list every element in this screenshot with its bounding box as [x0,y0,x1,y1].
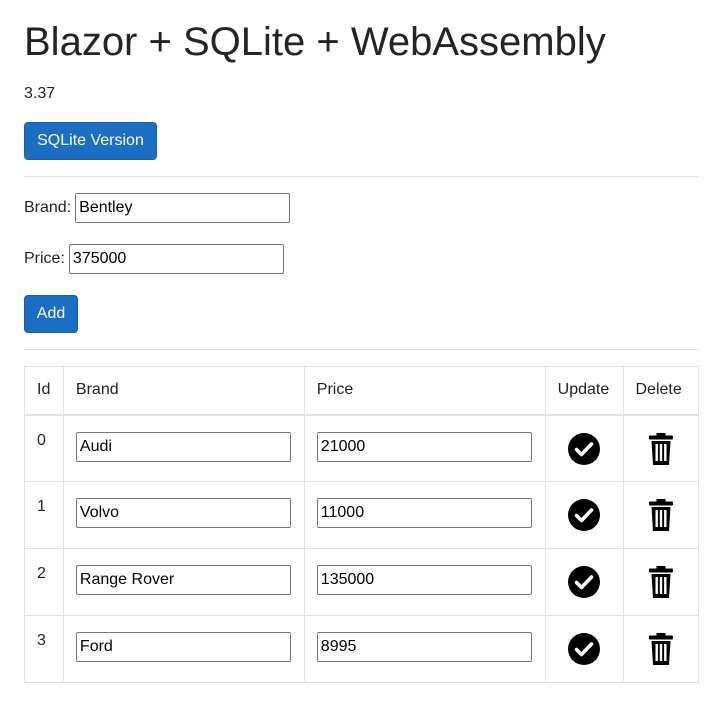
page-title: Blazor + SQLite + WebAssembly [24,20,606,64]
update-cell [544,548,624,616]
row-price-cell [303,414,546,482]
delete-cell [622,481,699,549]
row-price-input[interactable] [316,632,532,662]
row-brand-input[interactable] [75,565,291,595]
trash-icon[interactable] [644,632,678,666]
row-price-input[interactable] [316,498,532,528]
row-price-cell [303,615,546,683]
table-row: 3 [24,615,699,683]
price-form-row: Price: [24,244,284,274]
trash-icon[interactable] [644,565,678,599]
divider [24,176,699,177]
row-id: 3 [24,615,64,683]
price-label: Price: [24,250,65,267]
delete-cell [622,548,699,616]
row-brand-input[interactable] [75,431,291,462]
cars-table: Id Brand Price Update Delete 0 Audi 2100… [24,366,699,683]
row-brand-cell [62,481,305,549]
check-circle-icon[interactable] [567,432,601,466]
row-brand-cell [62,414,305,482]
row-brand-cell [62,615,305,683]
row-id: 2 [24,548,64,616]
header-price: Price [303,366,546,416]
check-circle-icon[interactable] [567,565,601,599]
sqlite-version-button[interactable]: SQLite Version [24,122,157,160]
row-price-input[interactable] [316,431,532,462]
row-price-cell [303,548,546,616]
trash-icon[interactable] [644,432,678,466]
table-header-row: Id Brand Price Update Delete [24,366,699,416]
row-id: 1 [24,481,64,549]
header-brand: Brand [62,366,305,416]
row-brand-input[interactable] [75,632,291,662]
update-cell [544,481,624,549]
check-circle-icon[interactable] [567,632,601,666]
price-input[interactable] [68,244,284,274]
update-cell [544,615,624,683]
trash-icon[interactable] [644,498,678,532]
brand-label: Brand: [24,199,72,216]
divider [24,349,699,350]
brand-form-row: Brand: [24,193,291,223]
table-row: 2 [24,548,699,616]
header-update: Update [544,366,624,416]
header-id: Id [24,366,64,416]
check-circle-icon[interactable] [567,498,601,532]
header-delete: Delete [622,366,699,416]
delete-cell [622,615,699,683]
row-brand-input[interactable] [75,498,291,528]
sqlite-version-text: 3.37 [24,85,56,102]
row-price-input[interactable] [316,565,532,595]
delete-cell [622,414,699,482]
table-row: 0 [24,414,699,482]
row-id: 0 [24,414,64,482]
row-price-cell [303,481,546,549]
add-button[interactable]: Add [24,295,78,333]
update-cell [544,414,624,482]
brand-input[interactable] [75,193,291,223]
row-brand-cell [62,548,305,616]
table-row: 1 [24,481,699,549]
